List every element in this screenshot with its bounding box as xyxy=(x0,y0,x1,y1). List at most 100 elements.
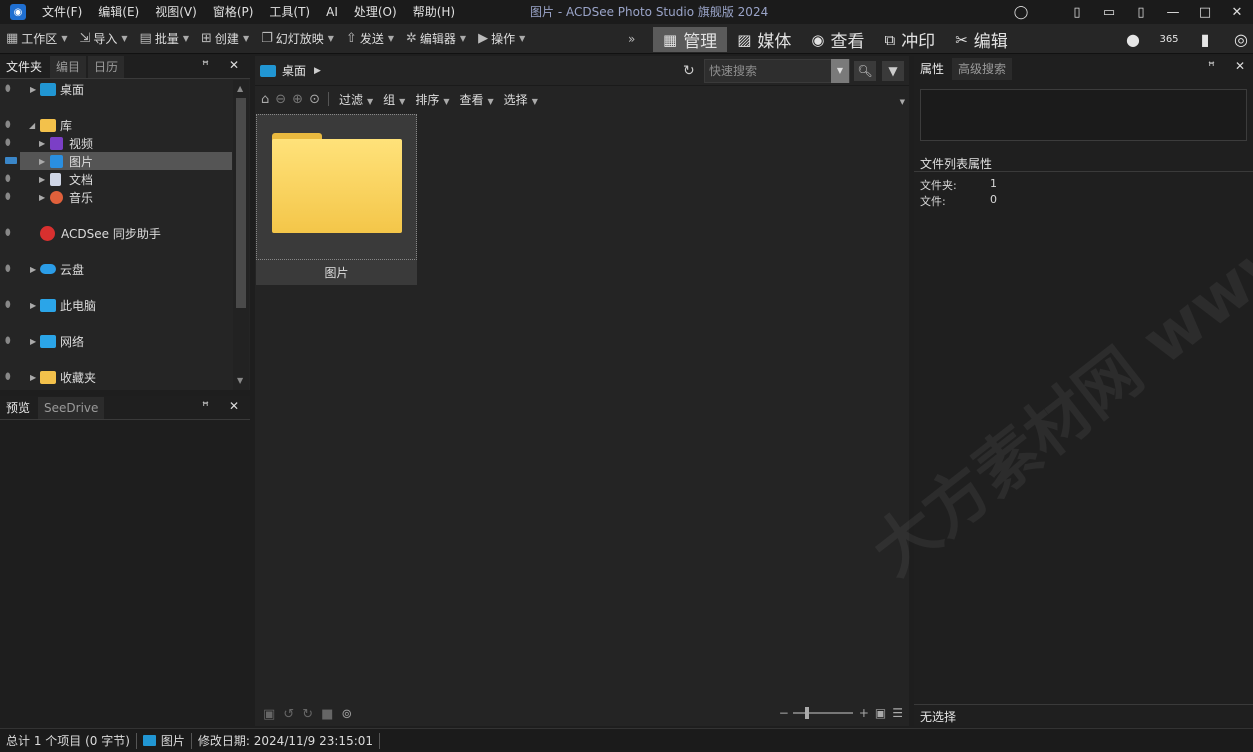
pin-icon[interactable]: ꟸ xyxy=(202,58,209,72)
slideshow-play-icon[interactable]: ⊚ xyxy=(341,707,352,722)
list-view-icon[interactable]: ☰ xyxy=(892,706,903,720)
pin-icon[interactable]: ꟸ xyxy=(1208,59,1215,73)
expand-icon[interactable]: ▶ xyxy=(30,373,36,382)
path-chevron-icon[interactable]: ▶ xyxy=(314,66,321,76)
rotate-left-icon[interactable]: ↺ xyxy=(283,707,294,722)
tab-calendar[interactable]: 日历 xyxy=(88,56,125,78)
menu-ai[interactable]: AI xyxy=(318,0,346,24)
tree-item-documents[interactable]: ⬮ ▶ 文档 xyxy=(0,170,232,188)
create-button[interactable]: ⊞ 创建 ▼ xyxy=(195,24,255,54)
tree-item-this-pc[interactable]: ⬮ ▶ 此电脑 xyxy=(0,296,232,314)
tree-item-desktop[interactable]: ⬮ ▶ 桌面 xyxy=(0,80,232,98)
menu-edit[interactable]: 编辑(E) xyxy=(90,0,147,24)
tree-item-favorites[interactable]: ⬮ ▶ 收藏夹 xyxy=(0,368,232,386)
save-icon[interactable]: ▣ xyxy=(263,707,275,722)
workspace-button[interactable]: ▦ 工作区 ▼ xyxy=(0,24,73,54)
tab-preview[interactable]: 预览 xyxy=(0,397,37,419)
expand-icon[interactable]: ▶ xyxy=(39,175,45,184)
expand-icon[interactable]: ▶ xyxy=(39,139,45,148)
more-options-icon[interactable]: ▼ xyxy=(900,98,905,106)
preview-eye-icon[interactable]: ◎ xyxy=(1223,30,1253,49)
zoom-slider[interactable] xyxy=(792,707,853,719)
pin-icon[interactable]: ꟸ xyxy=(202,399,209,413)
home-icon[interactable]: ⌂ xyxy=(261,92,269,107)
mode-view[interactable]: ◉ 查看 xyxy=(801,27,874,53)
close-window-icon[interactable]: ✕ xyxy=(1221,5,1253,20)
select-menu[interactable]: 选择 ▼ xyxy=(504,91,538,108)
scroll-down-icon[interactable]: ▼ xyxy=(237,376,243,385)
stop-icon[interactable]: ■ xyxy=(321,707,333,722)
rotate-right-icon[interactable]: ↻ xyxy=(302,707,313,722)
mode-develop[interactable]: ⧉ 冲印 xyxy=(874,27,945,53)
filter-menu[interactable]: 过滤 ▼ xyxy=(339,91,373,108)
expand-icon[interactable]: ▶ xyxy=(39,157,45,166)
forward-icon[interactable]: ⊕ xyxy=(292,92,303,107)
close-icon[interactable]: ✕ xyxy=(229,58,239,72)
menu-tools[interactable]: 工具(T) xyxy=(261,0,318,24)
group-menu[interactable]: 组 ▼ xyxy=(383,91,405,108)
layout-right-icon[interactable]: ▯ xyxy=(1125,5,1157,20)
minimize-icon[interactable]: — xyxy=(1157,5,1189,20)
dashboard-icon[interactable]: ▮ xyxy=(1187,30,1223,49)
layout-left-icon[interactable]: ▯ xyxy=(1061,5,1093,20)
tab-seedrive[interactable]: SeeDrive xyxy=(38,397,105,419)
toolbar-overflow-icon[interactable]: » xyxy=(628,24,635,54)
path-segment-desktop[interactable]: 桌面 xyxy=(282,62,306,79)
maximize-icon[interactable]: □ xyxy=(1189,5,1221,20)
menu-pane[interactable]: 窗格(P) xyxy=(205,0,262,24)
scroll-up-icon[interactable]: ▲ xyxy=(237,84,243,93)
search-dropdown-icon[interactable]: ▼ xyxy=(831,59,849,83)
sort-menu[interactable]: 排序 ▼ xyxy=(415,91,449,108)
tree-item-acdsee-sync[interactable]: ⬮ ACDSee 同步助手 xyxy=(0,224,232,242)
close-icon[interactable]: ✕ xyxy=(229,399,239,413)
filter-icon[interactable]: ▼ xyxy=(882,61,904,81)
menu-help[interactable]: 帮助(H) xyxy=(405,0,463,24)
user-account-icon[interactable]: ◯ xyxy=(1005,5,1037,20)
zoom-slider-knob[interactable] xyxy=(804,707,809,719)
expand-icon[interactable]: ▶ xyxy=(30,337,36,346)
close-icon[interactable]: ✕ xyxy=(1235,59,1245,73)
acdsee-logo-icon[interactable]: ◉ xyxy=(10,4,26,20)
up-icon[interactable]: ⊙ xyxy=(309,92,320,107)
back-icon[interactable]: ⊖ xyxy=(275,92,286,107)
tree-item-library[interactable]: ⬮ ◢ 库 xyxy=(0,116,232,134)
tree-item-pictures[interactable]: ▶ 图片 xyxy=(20,152,232,170)
quick-search-input[interactable]: 快速搜索 xyxy=(704,59,850,83)
acdsee-365-icon[interactable]: 365 xyxy=(1151,34,1187,45)
zoom-out-icon[interactable]: − xyxy=(779,706,789,720)
no-selection-tab[interactable]: 无选择 xyxy=(920,708,956,725)
batch-button[interactable]: ▤ 批量 ▼ xyxy=(134,24,195,54)
tab-advanced-search[interactable]: 高级搜索 xyxy=(952,58,1013,80)
menu-process[interactable]: 处理(O) xyxy=(346,0,405,24)
mode-media[interactable]: ▨ 媒体 xyxy=(727,27,801,53)
slideshow-button[interactable]: ❐ 幻灯放映 ▼ xyxy=(255,24,340,54)
tree-item-music[interactable]: ⬮ ▶ 音乐 xyxy=(0,188,232,206)
tree-item-network[interactable]: ⬮ ▶ 网络 xyxy=(0,332,232,350)
mode-edit[interactable]: ✂ 编辑 xyxy=(945,27,1018,53)
search-icon[interactable]: 🔍︎ xyxy=(854,61,876,81)
collapse-icon[interactable]: ◢ xyxy=(29,121,35,130)
refresh-icon[interactable]: ↻ xyxy=(683,63,695,79)
expand-icon[interactable]: ▶ xyxy=(30,301,36,310)
tree-item-videos[interactable]: ⬮ ▶ 视频 xyxy=(0,134,232,152)
tab-folders[interactable]: 文件夹 xyxy=(0,56,49,78)
tab-properties[interactable]: 属性 xyxy=(914,58,951,80)
expand-icon[interactable]: ▶ xyxy=(30,85,36,94)
menu-view[interactable]: 视图(V) xyxy=(147,0,205,24)
tree-item-cloud[interactable]: ⬮ ▶ 云盘 xyxy=(0,260,232,278)
tab-catalog[interactable]: 编目 xyxy=(50,56,87,78)
scrollbar-thumb[interactable] xyxy=(236,98,246,308)
zoom-in-icon[interactable]: + xyxy=(859,706,869,720)
send-button[interactable]: ⇧ 发送 ▼ xyxy=(340,24,400,54)
layout-bottom-icon[interactable]: ▭ xyxy=(1093,5,1125,20)
import-button[interactable]: ⇲ 导入 ▼ xyxy=(73,24,133,54)
editor-button[interactable]: ✲ 编辑器 ▼ xyxy=(400,24,472,54)
folder-tree-scrollbar[interactable]: ▲ ▼ xyxy=(233,80,249,390)
expand-icon[interactable]: ▶ xyxy=(30,265,36,274)
expand-icon[interactable]: ▶ xyxy=(39,193,45,202)
mode-manage[interactable]: ▦ 管理 xyxy=(653,27,728,52)
actions-button[interactable]: ▶ 操作 ▼ xyxy=(472,24,531,54)
thumbnail-view-icon[interactable]: ▣ xyxy=(875,706,886,720)
view-menu[interactable]: 查看 ▼ xyxy=(460,91,494,108)
folder-thumbnail-pictures[interactable]: 图片 xyxy=(256,114,417,285)
